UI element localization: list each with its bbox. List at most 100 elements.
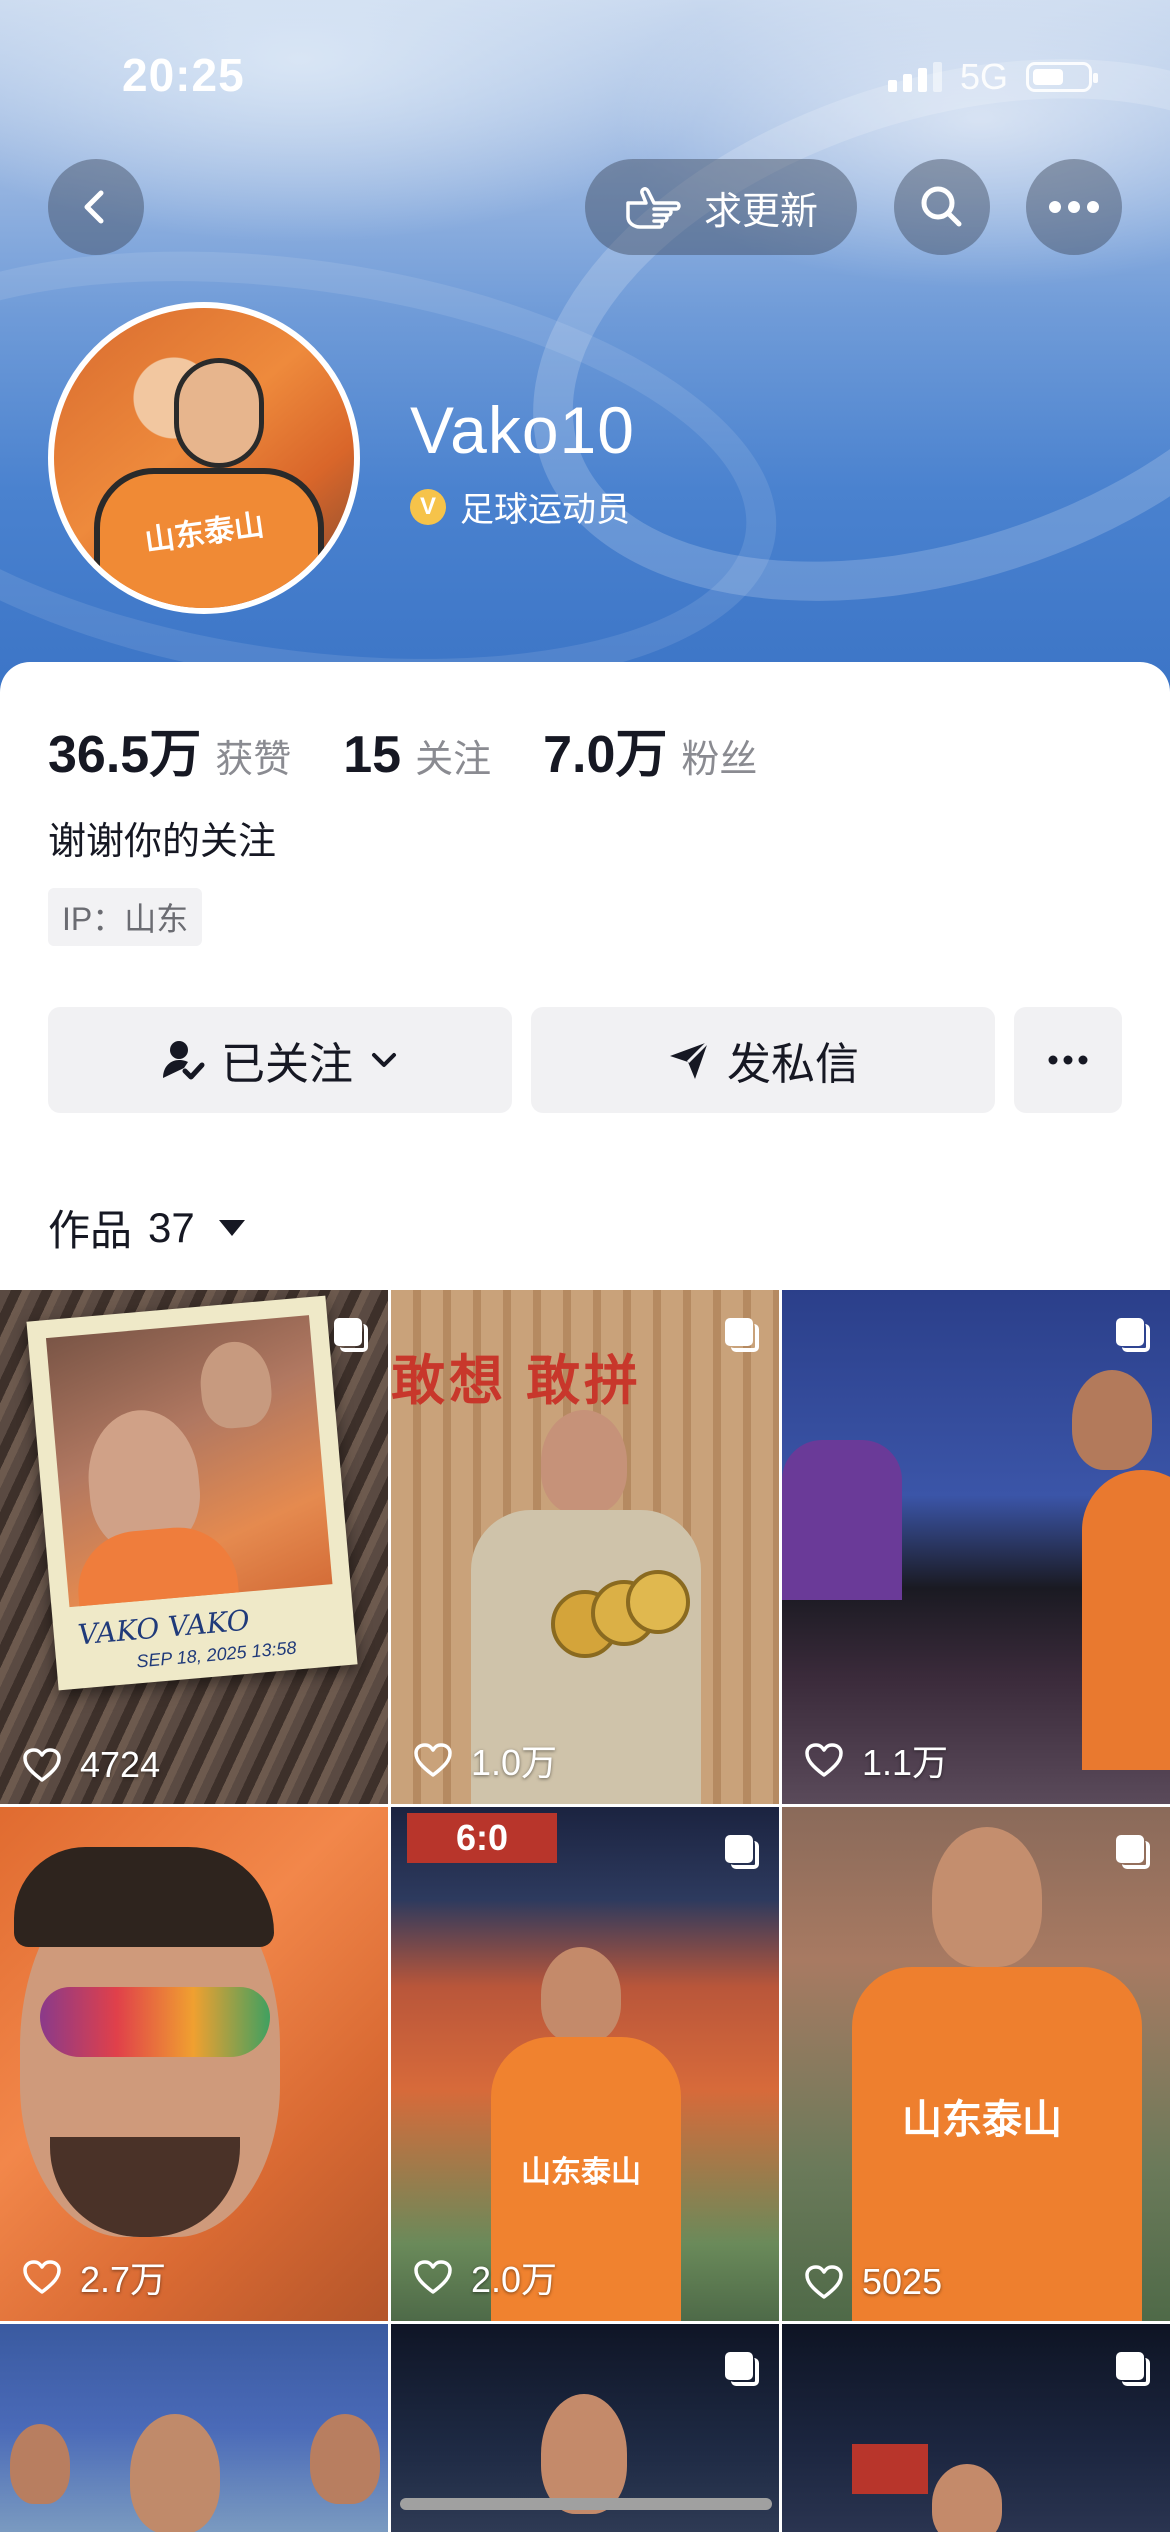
post-likes: 2.7万 [22, 2251, 166, 2303]
triangle-down-icon [218, 1219, 245, 1236]
person-figure [10, 2424, 70, 2504]
post-tile[interactable]: 敢想 敢拼 1.0万 [391, 1290, 779, 1804]
heart-icon [805, 1743, 843, 1777]
polaroid-photo: VAKO VAKO SEP 18, 2025 13:58 [26, 1295, 358, 1691]
status-indicators: 5G [887, 56, 1098, 98]
chevron-left-icon [84, 190, 104, 224]
post-tile[interactable] [0, 2324, 388, 2532]
stat-likes[interactable]: 36.5万 获赞 [48, 712, 291, 787]
multi-image-icon [725, 2352, 759, 2386]
home-indicator[interactable] [400, 2498, 772, 2510]
stat-label: 关注 [415, 739, 492, 781]
more-dots-icon [1049, 201, 1099, 213]
heart-icon [414, 1743, 452, 1777]
search-icon [921, 186, 962, 227]
works-count: 37 [148, 1203, 195, 1251]
more-actions-button[interactable] [1014, 1007, 1122, 1113]
stat-following[interactable]: 15 关注 [343, 725, 491, 785]
stat-label: 获赞 [215, 739, 292, 781]
jersey-text: 山东泰山 [902, 2098, 1062, 2142]
verification-label: 足球运动员 [460, 491, 630, 529]
pointing-hand-icon [626, 187, 681, 229]
person-figure [197, 1338, 275, 1431]
stat-label: 粉丝 [681, 739, 758, 781]
post-likes: 2.0万 [413, 2251, 557, 2303]
post-likes: 1.0万 [413, 1734, 557, 1786]
following-button[interactable]: 已关注 [48, 1007, 512, 1113]
post-likes: 1.1万 [804, 1734, 948, 1786]
send-message-label: 发私信 [727, 1040, 859, 1089]
post-tile[interactable]: 2.7万 [0, 1807, 388, 2321]
request-update-button[interactable]: 求更新 [585, 159, 857, 255]
multi-image-icon [1116, 2352, 1150, 2386]
status-time: 20:25 [122, 49, 245, 101]
works-label: 作品 [48, 1207, 133, 1254]
avatar[interactable]: 山东泰山 [48, 302, 360, 614]
referee-figure [782, 1440, 902, 1600]
score-board [852, 2444, 928, 2494]
multi-image-icon [725, 1835, 759, 1869]
post-tile[interactable] [782, 2324, 1170, 2532]
jersey-text: 山东泰山 [521, 2156, 641, 2189]
post-likes: 4724 [22, 1744, 160, 1786]
person-figure [130, 2414, 220, 2532]
heart-icon [414, 2260, 452, 2294]
multi-image-icon [1116, 1318, 1150, 1352]
post-likes: 5025 [804, 2261, 942, 2303]
multi-image-icon [334, 1318, 368, 1352]
network-type: 5G [959, 56, 1008, 97]
post-tile[interactable]: 6:0 山东泰山 2.0万 [391, 1807, 779, 2321]
multi-image-icon [1116, 1835, 1150, 1869]
profile-bio: 谢谢你的关注 [48, 821, 277, 863]
works-tab[interactable]: 作品 37 [48, 1197, 245, 1258]
banner-text: 敢想 敢拼 [391, 1351, 643, 1411]
sunglasses-shape [40, 1987, 270, 2057]
stat-value: 36.5万 [48, 726, 202, 784]
search-button[interactable] [894, 159, 990, 255]
multi-image-icon [725, 1318, 759, 1352]
heart-icon [23, 2260, 61, 2294]
post-tile[interactable]: VAKO VAKO SEP 18, 2025 13:58 4724 [0, 1290, 388, 1804]
likes-count: 1.0万 [471, 1742, 558, 1783]
stat-followers[interactable]: 7.0万 粉丝 [543, 712, 757, 787]
hair-shape [14, 1847, 274, 1947]
avatar-face [174, 358, 264, 468]
back-button[interactable] [48, 159, 144, 255]
shirt-shape [1082, 1470, 1170, 1770]
likes-count: 1.1万 [862, 1742, 949, 1783]
person-figure [1072, 1370, 1152, 1470]
polaroid-image [45, 1315, 333, 1608]
person-figure [932, 1827, 1042, 1967]
score-board: 6:0 [407, 1813, 557, 1863]
more-dots-icon [1048, 1055, 1088, 1065]
ip-location-tag: IP：山东 [48, 888, 203, 946]
heart-icon [23, 1748, 61, 1782]
trophy-shape [626, 1570, 690, 1634]
person-figure [541, 1410, 627, 1514]
post-tile[interactable]: 1.1万 [782, 1290, 1170, 1804]
likes-count: 2.7万 [80, 2259, 167, 2300]
stat-value: 15 [343, 726, 402, 784]
post-tile[interactable]: 山东泰山 5025 [782, 1807, 1170, 2321]
likes-count: 4724 [80, 1744, 161, 1785]
profile-username: Vako10 [410, 393, 635, 467]
profile-stats: 36.5万 获赞 15 关注 7.0万 粉丝 [48, 712, 809, 787]
shirt-shape [73, 1522, 239, 1607]
person-figure [310, 2414, 380, 2504]
likes-count: 5025 [862, 2261, 943, 2302]
person-figure [541, 1947, 621, 2043]
heart-icon [805, 2265, 843, 2299]
send-arrow-icon [670, 1040, 710, 1079]
verification-line: V 足球运动员 [410, 482, 630, 531]
send-message-button[interactable]: 发私信 [531, 1007, 995, 1113]
verified-badge-icon: V [410, 488, 446, 525]
battery-icon [1026, 62, 1098, 92]
stat-value: 7.0万 [543, 726, 668, 784]
more-button[interactable] [1026, 159, 1122, 255]
request-update-label: 求更新 [703, 190, 818, 233]
following-label: 已关注 [221, 1040, 353, 1089]
chevron-down-icon [372, 1053, 396, 1067]
likes-count: 2.0万 [471, 2259, 558, 2300]
person-figure [541, 2394, 627, 2514]
user-check-icon [163, 1041, 205, 1080]
